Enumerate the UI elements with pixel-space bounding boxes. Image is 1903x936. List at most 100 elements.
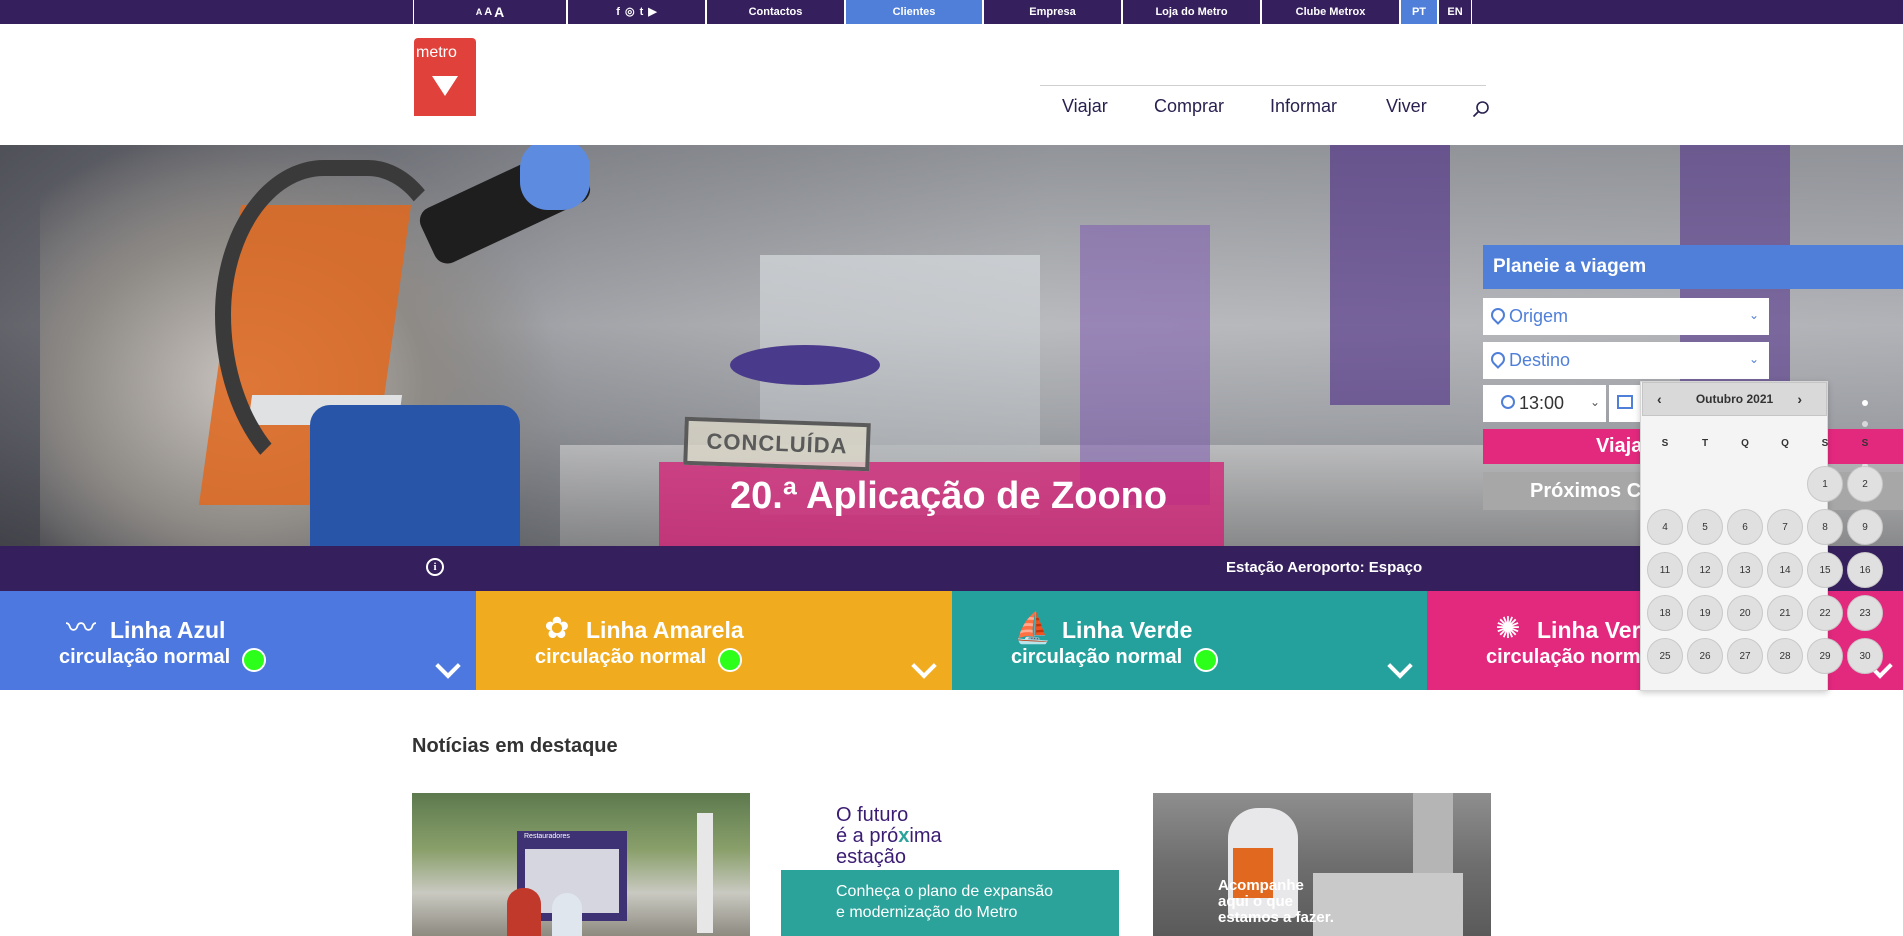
metro-logo[interactable]: metro bbox=[414, 38, 476, 116]
headline-line: estação bbox=[836, 846, 907, 868]
line-amarela-status[interactable]: ✿ Linha Amarela circulação normal bbox=[476, 591, 952, 690]
time-select[interactable]: 13:00 ⌄ bbox=[1483, 385, 1606, 422]
line-azul-status[interactable]: 〰 Linha Azul circulação normal bbox=[0, 591, 476, 690]
caption-line: estamos a fazer. bbox=[1218, 909, 1334, 926]
calendar-day[interactable]: 29 bbox=[1807, 638, 1843, 674]
line-verde-status[interactable]: ⛵ Linha Verde circulação normal bbox=[952, 591, 1428, 690]
language-pt-button[interactable]: PT bbox=[1400, 0, 1438, 24]
info-ticker-bar: i Estação Aeroporto: Espaço bbox=[0, 546, 1903, 591]
calendar-day[interactable]: 19 bbox=[1687, 595, 1723, 631]
facebook-icon[interactable]: f bbox=[616, 6, 620, 18]
font-size-large-button[interactable]: A bbox=[494, 4, 504, 20]
calendar-day[interactable]: 21 bbox=[1767, 595, 1803, 631]
line-name: Linha Verde bbox=[1062, 617, 1193, 643]
chevron-down-icon[interactable] bbox=[911, 653, 937, 679]
hero-title[interactable]: 20.ª Aplicação de Zoono bbox=[730, 475, 1167, 518]
turnstile-image bbox=[1313, 873, 1463, 936]
contactos-link[interactable]: Contactos bbox=[706, 0, 845, 24]
calendar-day[interactable]: 20 bbox=[1727, 595, 1763, 631]
calendar-day[interactable]: 25 bbox=[1647, 638, 1683, 674]
weekday-label: S bbox=[1861, 438, 1869, 449]
calendar-day[interactable]: 11 bbox=[1647, 552, 1683, 588]
chevron-right-icon[interactable]: › bbox=[1797, 391, 1802, 407]
clock-icon bbox=[1501, 395, 1515, 409]
calendar-day[interactable]: 22 bbox=[1807, 595, 1843, 631]
calendar-icon bbox=[1617, 395, 1633, 409]
line-name: Linha Amarela bbox=[586, 617, 744, 643]
font-size-controls[interactable]: A A A bbox=[413, 0, 567, 24]
slider-dot[interactable] bbox=[1862, 421, 1868, 427]
empresa-link[interactable]: Empresa bbox=[983, 0, 1122, 24]
loja-do-metro-link[interactable]: Loja do Metro bbox=[1122, 0, 1261, 24]
calendar-day[interactable]: 7 bbox=[1767, 509, 1803, 545]
caption-line: Acompanhe bbox=[1218, 877, 1304, 894]
origin-select[interactable]: Origem ⌄ bbox=[1483, 298, 1769, 335]
news-card[interactable]: Restauradores bbox=[412, 793, 750, 936]
location-pin-icon bbox=[1488, 305, 1508, 325]
nav-informar[interactable]: Informar bbox=[1270, 96, 1337, 117]
datepicker: ‹ Outubro 2021 › STQQSS 1 2 4 5 6 7 8 9 11 12 13 14… bbox=[1640, 381, 1883, 691]
calendar-day[interactable]: 5 bbox=[1687, 509, 1723, 545]
language-en-button[interactable]: EN bbox=[1438, 0, 1472, 24]
calendar-day[interactable]: 23 bbox=[1847, 595, 1883, 631]
calendar-day[interactable]: 9 bbox=[1847, 509, 1883, 545]
calendar-day[interactable]: 26 bbox=[1687, 638, 1723, 674]
caption-line: e modernização do Metro bbox=[836, 904, 1018, 921]
calendar-day[interactable]: 15 bbox=[1807, 552, 1843, 588]
twitter-icon[interactable]: t bbox=[640, 6, 644, 18]
chevron-left-icon[interactable]: ‹ bbox=[1657, 391, 1662, 407]
weekday-label: Q bbox=[1741, 438, 1749, 449]
caption-line: Conheça o plano de expansão bbox=[836, 883, 1054, 900]
info-ticker-text[interactable]: Estação Aeroporto: Espaço bbox=[1226, 559, 1422, 576]
calendar-day[interactable]: 1 bbox=[1807, 466, 1843, 502]
origin-placeholder: Origem bbox=[1509, 306, 1569, 326]
clube-metrox-link[interactable]: Clube Metrox bbox=[1261, 0, 1400, 24]
chevron-down-icon[interactable] bbox=[435, 653, 461, 679]
font-size-small-button[interactable]: A bbox=[476, 7, 483, 17]
calendar-day[interactable]: 2 bbox=[1847, 466, 1883, 502]
line-status: circulação normal bbox=[535, 646, 707, 668]
nav-viver[interactable]: Viver bbox=[1386, 96, 1427, 117]
calendar-day[interactable]: 30 bbox=[1847, 638, 1883, 674]
clientes-link[interactable]: Clientes bbox=[845, 0, 983, 24]
headline-line: é a próxima bbox=[836, 825, 942, 847]
destination-select[interactable]: Destino ⌄ bbox=[1483, 342, 1769, 379]
nav-viajar[interactable]: Viajar bbox=[1062, 96, 1108, 117]
datepicker-header: ‹ Outubro 2021 › bbox=[1642, 382, 1827, 416]
caption-line: aqui o que bbox=[1218, 893, 1293, 910]
slider-dot[interactable] bbox=[1862, 400, 1868, 406]
nav-divider bbox=[1040, 85, 1486, 86]
calendar-day[interactable]: 27 bbox=[1727, 638, 1763, 674]
youtube-icon[interactable]: ▶ bbox=[648, 6, 656, 18]
seagull-icon: 〰 bbox=[66, 612, 96, 645]
calendar-day[interactable]: 4 bbox=[1647, 509, 1683, 545]
calendar-day[interactable]: 14 bbox=[1767, 552, 1803, 588]
news-card[interactable]: O futuro é a próxima estação Conheça o p… bbox=[781, 793, 1119, 936]
compass-rose-icon: ✺ bbox=[1495, 612, 1521, 645]
news-card[interactable]: Acompanhe aqui o que estamos a fazer. bbox=[1153, 793, 1491, 936]
news-section-title: Notícias em destaque bbox=[412, 735, 618, 757]
chevron-down-icon[interactable] bbox=[1387, 653, 1413, 679]
calendar-day[interactable]: 13 bbox=[1727, 552, 1763, 588]
calendar-day[interactable]: 8 bbox=[1807, 509, 1843, 545]
chevron-down-icon: ⌄ bbox=[1748, 308, 1759, 322]
instagram-icon[interactable]: ◎ bbox=[625, 6, 635, 18]
sunflower-icon: ✿ bbox=[544, 612, 570, 645]
chevron-down-icon: ⌄ bbox=[1589, 395, 1600, 409]
calendar-day[interactable]: 28 bbox=[1767, 638, 1803, 674]
search-icon[interactable] bbox=[1472, 100, 1490, 118]
calendar-day[interactable]: 18 bbox=[1647, 595, 1683, 631]
calendar-day[interactable]: 16 bbox=[1847, 552, 1883, 588]
datepicker-month: Outubro 2021 bbox=[1695, 392, 1774, 406]
calendar-day[interactable]: 6 bbox=[1727, 509, 1763, 545]
calendar-day[interactable]: 12 bbox=[1687, 552, 1723, 588]
nav-comprar[interactable]: Comprar bbox=[1154, 96, 1224, 117]
person-image bbox=[507, 888, 541, 936]
social-links: f ◎ t ▶ bbox=[567, 0, 706, 24]
font-size-medium-button[interactable]: A bbox=[484, 6, 492, 18]
weekday-label: S bbox=[1661, 438, 1669, 449]
card-caption: Acompanhe aqui o que estamos a fazer. bbox=[1218, 878, 1334, 926]
expansion-caption: Conheça o plano de expansão e modernizaç… bbox=[836, 881, 1053, 923]
line-name: Linha Azul bbox=[110, 617, 226, 643]
chevron-down-icon: ⌄ bbox=[1748, 352, 1759, 366]
